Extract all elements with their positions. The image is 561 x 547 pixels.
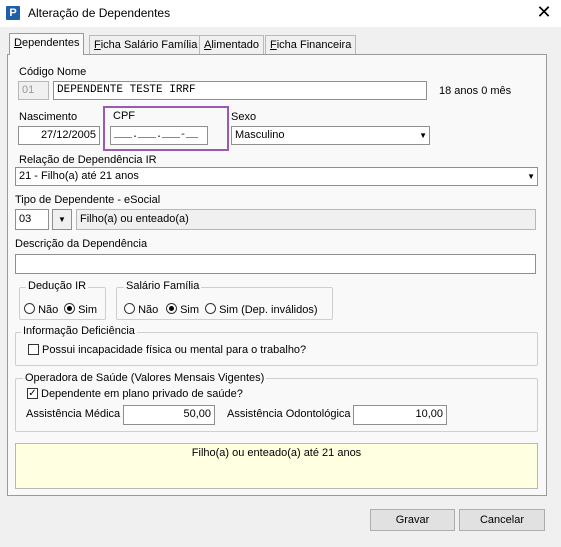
saude-group (15, 378, 538, 432)
deducao-nao-label: Não (38, 304, 59, 316)
cancelar-button[interactable]: Cancelar (459, 509, 545, 531)
deficiencia-checkbox[interactable] (28, 344, 39, 355)
tab-dependentes-accel: D (14, 37, 22, 49)
tab-dependentes[interactable]: Dependentes (9, 33, 85, 55)
deducao-sim-label: Sim (78, 304, 98, 316)
tab-ficha-salario-accel: F (94, 39, 101, 51)
nome-field[interactable]: DEPENDENTE TESTE IRRF (53, 81, 427, 100)
deducao-sim-radio[interactable]: Sim (64, 303, 97, 316)
descricao-field[interactable] (15, 254, 536, 274)
salario-nao-radio[interactable]: Não (124, 303, 158, 316)
salario-sim-radio[interactable]: Sim (166, 303, 199, 316)
saude-title: Operadora de Saúde (Valores Mensais Vige… (23, 372, 267, 384)
descricao-label: Descrição da Dependência (15, 238, 148, 250)
deficiencia-title: Informação Deficiência (21, 325, 137, 337)
tipo-code-field[interactable]: 03 (15, 209, 49, 230)
deficiencia-checkbox-label: Possui incapacidade física ou mental par… (42, 344, 307, 356)
sexo-label: Sexo (231, 111, 257, 123)
saude-checkbox[interactable]: ✓ (27, 388, 38, 399)
cpf-label: CPF (113, 110, 135, 122)
tab-ficha-financeira-label: icha Financeira (276, 39, 352, 51)
salario-nao-label: Não (138, 304, 159, 316)
radio-icon (124, 303, 135, 314)
tipo-label: Tipo de Dependente - eSocial (15, 194, 161, 206)
sexo-value: Masculino (235, 129, 285, 141)
odonto-label: Assistência Odontológica (227, 408, 351, 420)
salario-sim-invalidos-label: Sim (Dep. inválidos) (219, 304, 318, 316)
radio-icon (205, 303, 216, 314)
app-icon: P (6, 6, 20, 20)
tab-ficha-financeira-accel: F (270, 39, 277, 51)
relacao-select[interactable]: 21 - Filho(a) até 21 anos ▼ (15, 167, 538, 186)
close-icon[interactable]: ✕ (534, 2, 554, 22)
salario-familia-title: Salário Família (124, 280, 202, 292)
nascimento-field[interactable]: 27/12/2005 (18, 126, 100, 145)
radio-icon (24, 303, 35, 314)
relacao-label: Relação de Dependência IR (19, 154, 157, 166)
deducao-ir-title: Dedução IR (26, 280, 89, 292)
nascimento-label: Nascimento (19, 111, 78, 123)
sexo-select[interactable]: Masculino ▼ (231, 126, 430, 145)
tab-dependentes-label: ependentes (21, 37, 80, 49)
gravar-button[interactable]: Gravar (370, 509, 455, 531)
info-note: Filho(a) ou enteado(a) até 21 anos (15, 443, 538, 489)
tab-ficha-salario-label: icha Salário Família (100, 39, 198, 51)
medica-label: Assistência Médica (26, 408, 121, 420)
chevron-down-icon: ▼ (527, 172, 535, 181)
salario-sim-label: Sim (180, 304, 200, 316)
chevron-down-icon: ▼ (419, 131, 427, 140)
medica-field[interactable]: 50,00 (123, 405, 215, 425)
tipo-desc-field: Filho(a) ou enteado(a) (76, 209, 536, 230)
cpf-field[interactable]: ___.___.___-__ (110, 126, 208, 145)
relacao-value: 21 - Filho(a) até 21 anos (19, 170, 139, 182)
radio-selected-icon (166, 303, 177, 314)
age-text: 18 anos 0 mês (439, 85, 512, 97)
tab-alimentado[interactable]: Alimentado (199, 35, 265, 54)
tab-ficha-financeira[interactable]: Ficha Financeira (265, 35, 357, 54)
deducao-nao-radio[interactable]: Não (24, 303, 58, 316)
saude-checkbox-label: Dependente em plano privado de saúde? (41, 388, 243, 400)
window-title: Alteração de Dependentes (28, 6, 171, 20)
radio-selected-icon (64, 303, 75, 314)
odonto-field[interactable]: 10,00 (353, 405, 447, 425)
codigo-field: 01 (18, 81, 49, 100)
salario-sim-invalidos-radio[interactable]: Sim (Dep. inválidos) (205, 303, 317, 316)
codigo-nome-label: Código Nome (19, 66, 87, 78)
tab-ficha-salario-familia[interactable]: Ficha Salário Família (89, 35, 203, 54)
tab-alimentado-label: limentado (211, 39, 260, 51)
tipo-dropdown-button[interactable]: ▼ (52, 209, 72, 230)
